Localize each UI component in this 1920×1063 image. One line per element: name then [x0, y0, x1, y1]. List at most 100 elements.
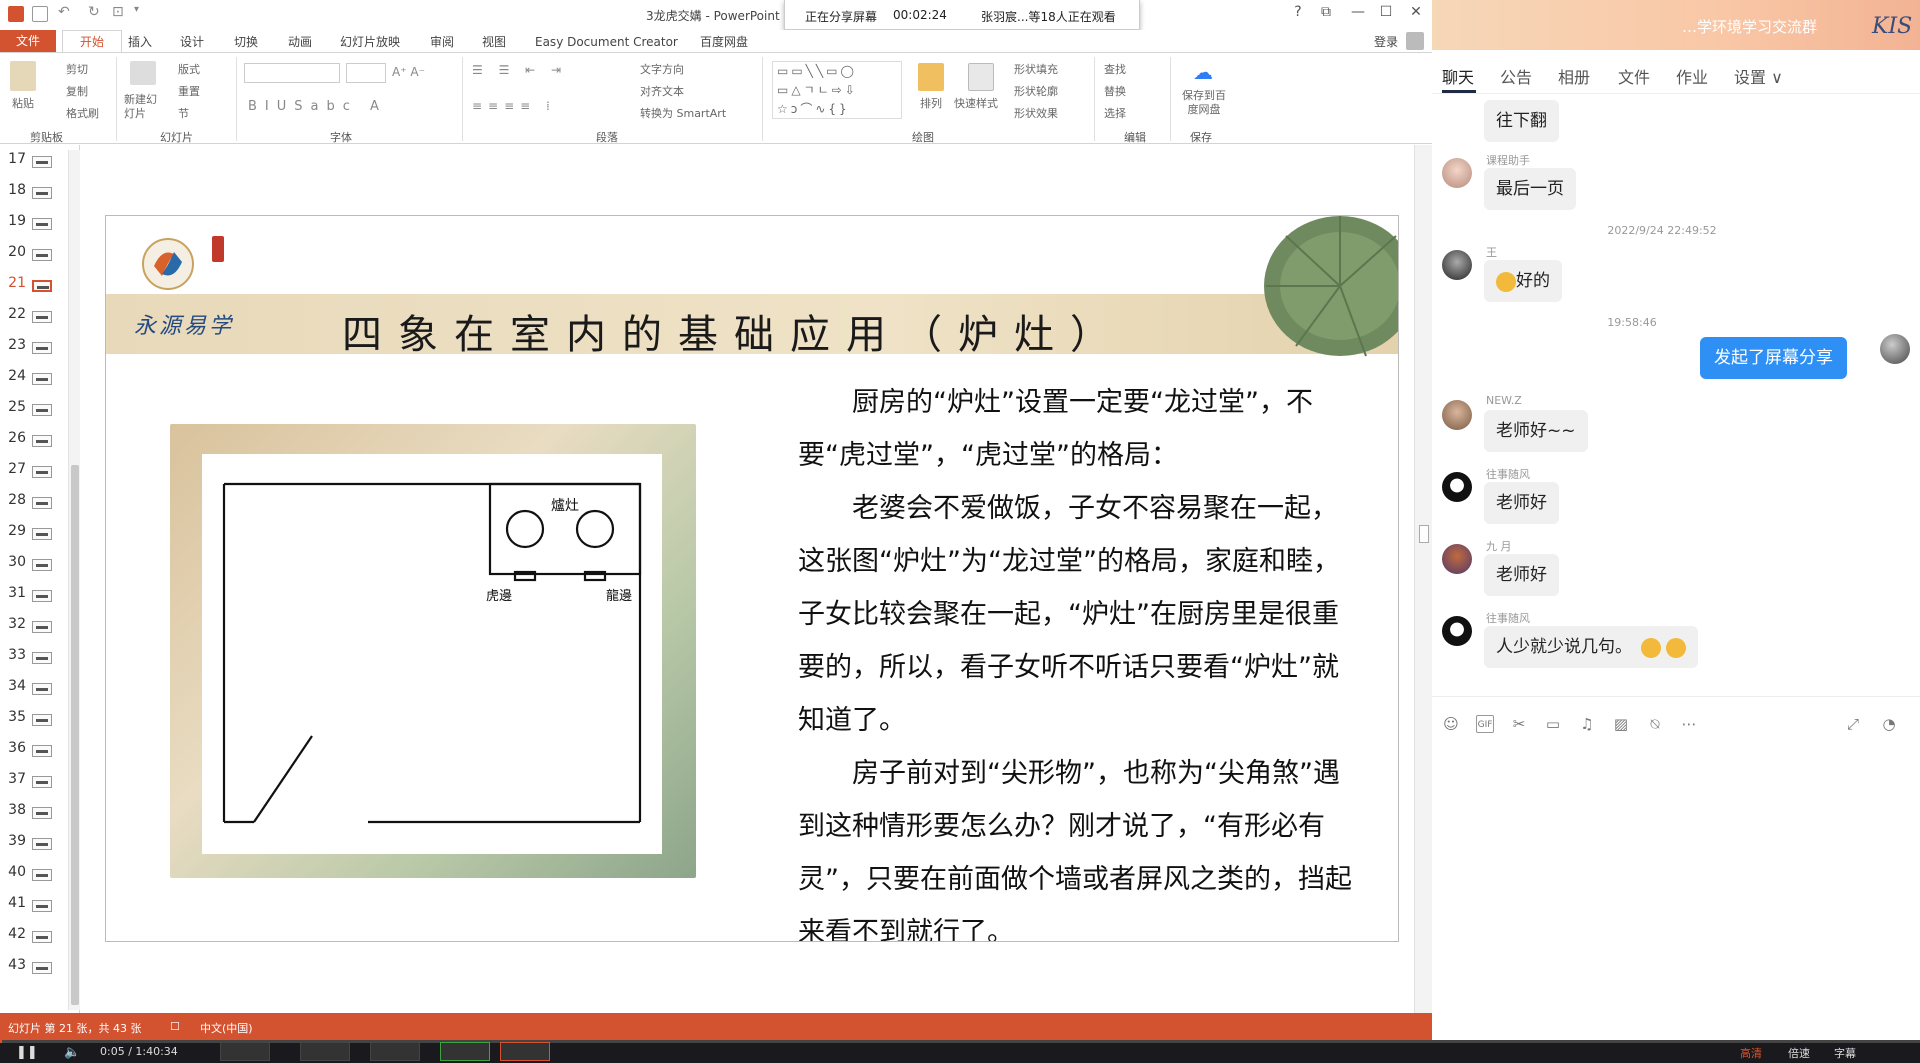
- avatar[interactable]: [1442, 544, 1472, 574]
- slide-thumbnail[interactable]: 35: [4, 709, 74, 729]
- redo-icon[interactable]: ↻: [88, 4, 100, 20]
- slide-thumbnail[interactable]: 19: [4, 213, 74, 233]
- tab-baidu-netdisk[interactable]: 百度网盘: [700, 32, 748, 52]
- scissors-icon[interactable]: ✂: [1510, 715, 1528, 733]
- slide-thumbnail[interactable]: 34: [4, 678, 74, 698]
- volume-icon[interactable]: 🔈: [64, 1045, 80, 1060]
- new-slide-button[interactable]: 新建幻灯片: [124, 93, 164, 121]
- login-link[interactable]: 登录: [1374, 32, 1398, 52]
- select-button[interactable]: 选择: [1104, 105, 1126, 121]
- tab-home[interactable]: 开始: [62, 30, 122, 52]
- layout-button[interactable]: 版式: [178, 61, 200, 77]
- cut-button[interactable]: 剪切: [66, 61, 88, 77]
- shape-effects-button[interactable]: 形状效果: [1014, 105, 1058, 121]
- align-buttons[interactable]: ≡≡≡≡ ⁞: [472, 99, 556, 113]
- slide-thumbnail[interactable]: 26: [4, 430, 74, 450]
- slide-canvas[interactable]: 永源易学 四象在室内的基础应用（炉灶） 爐灶 虎邊 龍邊 厨房的“炉灶”设置一定…: [105, 215, 1399, 942]
- slide-thumbnail[interactable]: 41: [4, 895, 74, 915]
- taskbar-item[interactable]: [220, 1042, 270, 1061]
- slide-thumbnail[interactable]: 21: [4, 275, 74, 295]
- slide-thumbnail[interactable]: 40: [4, 864, 74, 884]
- convert-smartart-button[interactable]: 转换为 SmartArt: [640, 105, 726, 121]
- tab-view[interactable]: 视图: [482, 32, 506, 52]
- history-clock-icon[interactable]: ◔: [1880, 715, 1898, 733]
- new-slide-icon[interactable]: [130, 61, 156, 85]
- quick-styles-button[interactable]: 快速样式: [954, 95, 998, 111]
- tab-review[interactable]: 审阅: [430, 32, 454, 52]
- slide-thumbnail[interactable]: 23: [4, 337, 74, 357]
- customize-quick-access-icon[interactable]: ▾: [134, 4, 139, 15]
- arrange-button[interactable]: 排列: [920, 95, 942, 111]
- slide-thumbnail[interactable]: 31: [4, 585, 74, 605]
- tab-album[interactable]: 相册: [1558, 64, 1590, 88]
- avatar[interactable]: [1442, 250, 1472, 280]
- font-family-select[interactable]: [244, 63, 340, 83]
- user-avatar-icon[interactable]: [1406, 32, 1424, 50]
- slide-thumbnail[interactable]: 36: [4, 740, 74, 760]
- slide-thumbnail[interactable]: 25: [4, 399, 74, 419]
- slide-scroll-thumb[interactable]: [1419, 525, 1429, 543]
- text-direction-button[interactable]: 文字方向: [640, 61, 684, 77]
- taskbar-item[interactable]: [500, 1042, 550, 1061]
- slide-thumbnail[interactable]: 43: [4, 957, 74, 977]
- help-button[interactable]: ?: [1284, 4, 1312, 20]
- close-button[interactable]: ✕: [1402, 4, 1430, 20]
- penguin-avatar[interactable]: [1442, 472, 1472, 502]
- start-from-beginning-icon[interactable]: ⊡: [112, 4, 124, 20]
- gif-icon[interactable]: GIF: [1476, 715, 1494, 733]
- save-icon[interactable]: [32, 6, 48, 22]
- slide-thumbnail[interactable]: 29: [4, 523, 74, 543]
- image-icon[interactable]: ▨: [1612, 715, 1630, 733]
- paste-icon[interactable]: [10, 61, 36, 91]
- slide-thumbnail[interactable]: 28: [4, 492, 74, 512]
- slide-thumbnail[interactable]: 39: [4, 833, 74, 853]
- avatar[interactable]: [1442, 158, 1472, 188]
- chat-input-area[interactable]: [1432, 748, 1920, 1040]
- slide-body-text[interactable]: 厨房的“炉灶”设置一定要“龙过堂”，不要“虎过堂”，“虎过堂”的格局： 老婆会不…: [798, 376, 1358, 941]
- slide-thumbnail[interactable]: 17: [4, 151, 74, 171]
- find-button[interactable]: 查找: [1104, 61, 1126, 77]
- more-icon[interactable]: ⋯: [1680, 715, 1698, 733]
- slide-thumbnail[interactable]: 24: [4, 368, 74, 388]
- list-buttons[interactable]: ☰ ☰ ⇤ ⇥: [472, 63, 567, 77]
- thumbnails-scroll-thumb[interactable]: [71, 465, 79, 1005]
- ribbon-display-button[interactable]: ⧉: [1312, 4, 1340, 20]
- tab-chat[interactable]: 聊天: [1442, 64, 1474, 88]
- quality-button[interactable]: 高清: [1740, 1045, 1762, 1061]
- thumbnails-scrollbar[interactable]: [68, 150, 80, 1010]
- tab-file[interactable]: 文件: [0, 30, 56, 52]
- my-avatar[interactable]: [1880, 334, 1910, 364]
- language-status[interactable]: 中文(中国): [200, 1020, 253, 1036]
- font-grow-icon[interactable]: A⁺ A⁻: [392, 65, 425, 79]
- speed-button[interactable]: 倍速: [1788, 1045, 1810, 1061]
- mute-bell-icon[interactable]: ⍉: [1646, 715, 1664, 733]
- slide-thumbnail[interactable]: 22: [4, 306, 74, 326]
- video-progress-track[interactable]: [0, 1040, 1920, 1043]
- music-icon[interactable]: ♫: [1578, 715, 1596, 733]
- avatar[interactable]: [1442, 400, 1472, 430]
- slide-thumbnail[interactable]: 30: [4, 554, 74, 574]
- taskbar-item[interactable]: [300, 1042, 350, 1061]
- taskbar-item[interactable]: [370, 1042, 420, 1061]
- format-painter-button[interactable]: 格式刷: [66, 105, 99, 121]
- slide-thumbnail[interactable]: 27: [4, 461, 74, 481]
- chat-message-list[interactable]: 往下翻 课程助手 最后一页 2022/9/24 22:49:52 王 好的 19…: [1432, 94, 1920, 694]
- shape-outline-button[interactable]: 形状轮廓: [1014, 83, 1058, 99]
- tab-homework[interactable]: 作业: [1676, 64, 1708, 88]
- slide-thumbnail[interactable]: 38: [4, 802, 74, 822]
- slide-thumbnail[interactable]: 33: [4, 647, 74, 667]
- tab-design[interactable]: 设计: [180, 32, 204, 52]
- copy-button[interactable]: 复制: [66, 83, 88, 99]
- maximize-button[interactable]: ☐: [1372, 4, 1400, 20]
- penguin-avatar[interactable]: [1442, 616, 1472, 646]
- tab-transitions[interactable]: 切换: [234, 32, 258, 52]
- slide-thumbnail[interactable]: 18: [4, 182, 74, 202]
- tab-announcement[interactable]: 公告: [1500, 64, 1532, 88]
- section-button[interactable]: 节: [178, 105, 189, 121]
- slide-vertical-scrollbar[interactable]: [1414, 145, 1432, 1013]
- quick-styles-icon[interactable]: [968, 63, 994, 91]
- slide-thumbnail[interactable]: 32: [4, 616, 74, 636]
- minimize-button[interactable]: —: [1344, 4, 1372, 20]
- tab-files[interactable]: 文件: [1618, 64, 1650, 88]
- taskbar-item[interactable]: [440, 1042, 490, 1061]
